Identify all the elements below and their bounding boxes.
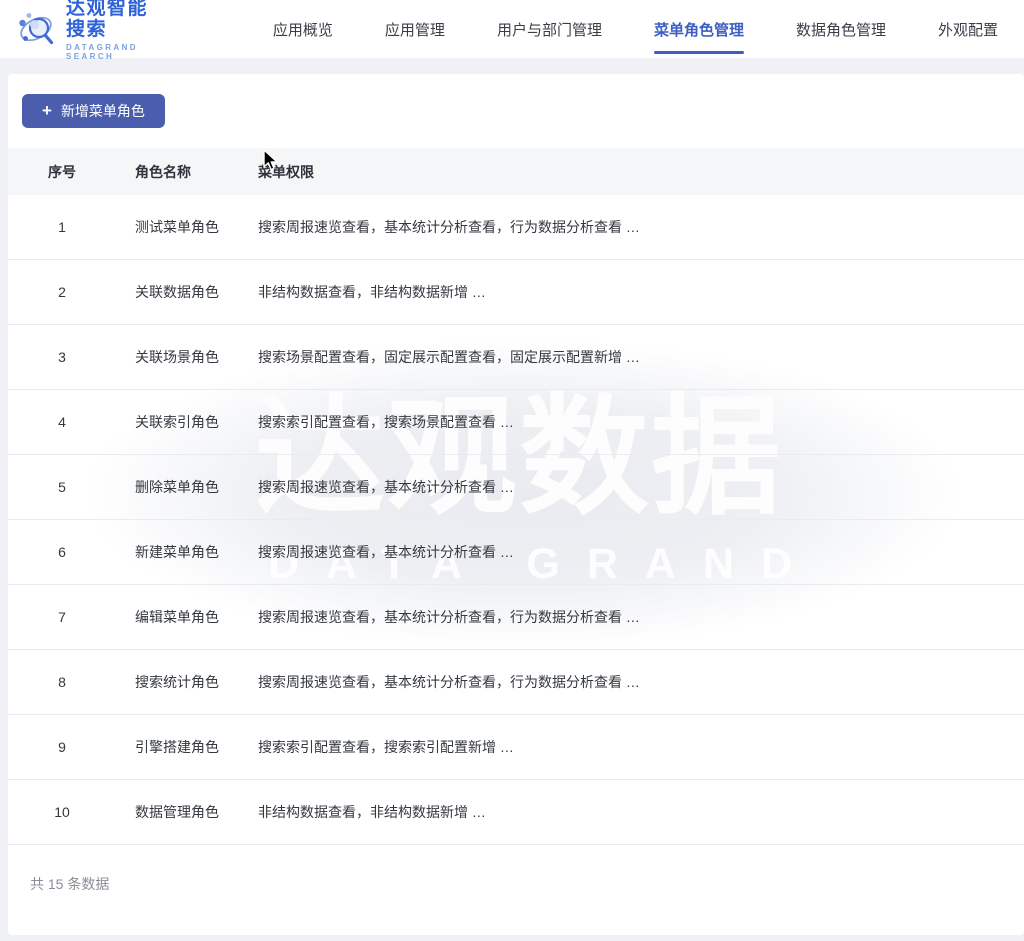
nav-tab-label: 用户与部门管理 <box>497 19 602 40</box>
row-index-cell: 2 <box>48 284 135 300</box>
atom-magnifier-icon <box>16 8 58 50</box>
nav-tab-label: 外观配置 <box>938 19 998 40</box>
role-name-cell: 编辑菜单角色 <box>135 607 258 627</box>
nav-tab-用户与部门管理[interactable]: 用户与部门管理 <box>471 0 628 58</box>
nav-tab-应用管理[interactable]: 应用管理 <box>359 0 471 58</box>
menu-permissions-cell: 搜索周报速览查看，基本统计分析查看，行为数据分析查看 … <box>258 217 1024 237</box>
brand-text: 达观智能搜索 DATAGRAND SEARCH <box>66 0 165 61</box>
top-navigation: 达观智能搜索 DATAGRAND SEARCH 应用概览 应用管理 用户与部门管… <box>0 0 1024 58</box>
table-body: 1 测试菜单角色 搜索周报速览查看，基本统计分析查看，行为数据分析查看 … 2 … <box>8 195 1024 845</box>
menu-permissions-cell: 搜索周报速览查看，基本统计分析查看，行为数据分析查看 … <box>258 607 1024 627</box>
table-row[interactable]: 7 编辑菜单角色 搜索周报速览查看，基本统计分析查看，行为数据分析查看 … <box>8 585 1024 650</box>
nav-tab-菜单角色管理[interactable]: 菜单角色管理 <box>628 0 770 58</box>
menu-permissions-cell: 搜索索引配置查看，搜索索引配置新增 … <box>258 737 1024 757</box>
plus-icon: + <box>42 102 52 119</box>
menu-permissions-cell: 搜索周报速览查看，基本统计分析查看 … <box>258 477 1024 497</box>
column-header-role-name: 角色名称 <box>135 162 258 182</box>
row-index-cell: 4 <box>48 414 135 430</box>
row-index-cell: 7 <box>48 609 135 625</box>
menu-permissions-cell: 搜索周报速览查看，基本统计分析查看，行为数据分析查看 … <box>258 672 1024 692</box>
brand-logo: 达观智能搜索 DATAGRAND SEARCH <box>16 0 165 61</box>
table-row[interactable]: 4 关联索引角色 搜索索引配置查看，搜索场景配置查看 … <box>8 390 1024 455</box>
table-row[interactable]: 3 关联场景角色 搜索场景配置查看，固定展示配置查看，固定展示配置新增 … <box>8 325 1024 390</box>
menu-permissions-cell: 搜索索引配置查看，搜索场景配置查看 … <box>258 412 1024 432</box>
role-name-cell: 数据管理角色 <box>135 802 258 822</box>
column-header-permissions: 菜单权限 <box>258 162 1024 182</box>
row-index-cell: 10 <box>48 804 135 820</box>
content-card: 达观数据 DATA GRAND + 新增菜单角色 序号 角色名称 菜单权限 1 … <box>8 74 1024 935</box>
menu-permissions-cell: 非结构数据查看，非结构数据新增 … <box>258 802 1024 822</box>
role-name-cell: 关联数据角色 <box>135 282 258 302</box>
menu-role-table: 序号 角色名称 菜单权限 1 测试菜单角色 搜索周报速览查看，基本统计分析查看，… <box>8 148 1024 845</box>
table-row[interactable]: 6 新建菜单角色 搜索周报速览查看，基本统计分析查看 … <box>8 520 1024 585</box>
nav-tab-label: 应用概览 <box>273 19 333 40</box>
row-index-cell: 9 <box>48 739 135 755</box>
column-header-index: 序号 <box>48 162 135 182</box>
role-name-cell: 关联场景角色 <box>135 347 258 367</box>
menu-permissions-cell: 搜索周报速览查看，基本统计分析查看 … <box>258 542 1024 562</box>
role-name-cell: 删除菜单角色 <box>135 477 258 497</box>
table-header-row: 序号 角色名称 菜单权限 <box>8 148 1024 195</box>
menu-permissions-cell: 搜索场景配置查看，固定展示配置查看，固定展示配置新增 … <box>258 347 1024 367</box>
table-row[interactable]: 2 关联数据角色 非结构数据查看，非结构数据新增 … <box>8 260 1024 325</box>
menu-permissions-cell: 非结构数据查看，非结构数据新增 … <box>258 282 1024 302</box>
nav-tab-应用概览[interactable]: 应用概览 <box>247 0 359 58</box>
nav-tab-label: 数据角色管理 <box>796 19 886 40</box>
add-menu-role-button[interactable]: + 新增菜单角色 <box>22 94 165 128</box>
brand-name: 达观智能搜索 <box>66 0 165 40</box>
table-row[interactable]: 5 删除菜单角色 搜索周报速览查看，基本统计分析查看 … <box>8 455 1024 520</box>
row-index-cell: 8 <box>48 674 135 690</box>
table-row[interactable]: 8 搜索统计角色 搜索周报速览查看，基本统计分析查看，行为数据分析查看 … <box>8 650 1024 715</box>
nav-tab-数据角色管理[interactable]: 数据角色管理 <box>770 0 912 58</box>
nav-tab-label: 菜单角色管理 <box>654 19 744 40</box>
row-index-cell: 5 <box>48 479 135 495</box>
row-index-cell: 6 <box>48 544 135 560</box>
nav-tab-label: 应用管理 <box>385 19 445 40</box>
table-row[interactable]: 9 引擎搭建角色 搜索索引配置查看，搜索索引配置新增 … <box>8 715 1024 780</box>
role-name-cell: 引擎搭建角色 <box>135 737 258 757</box>
role-name-cell: 关联索引角色 <box>135 412 258 432</box>
brand-subtitle: DATAGRAND SEARCH <box>66 43 165 61</box>
table-row[interactable]: 10 数据管理角色 非结构数据查看，非结构数据新增 … <box>8 780 1024 845</box>
role-name-cell: 搜索统计角色 <box>135 672 258 692</box>
nav-tab-bar: 应用概览 应用管理 用户与部门管理 菜单角色管理 数据角色管理 外观配置 <box>247 0 1024 58</box>
add-menu-role-button-label: 新增菜单角色 <box>61 101 145 121</box>
nav-tab-外观配置[interactable]: 外观配置 <box>912 0 1024 58</box>
table-row[interactable]: 1 测试菜单角色 搜索周报速览查看，基本统计分析查看，行为数据分析查看 … <box>8 195 1024 260</box>
row-index-cell: 1 <box>48 219 135 235</box>
role-name-cell: 测试菜单角色 <box>135 217 258 237</box>
row-index-cell: 3 <box>48 349 135 365</box>
total-count-text: 共 15 条数据 <box>30 874 109 894</box>
role-name-cell: 新建菜单角色 <box>135 542 258 562</box>
